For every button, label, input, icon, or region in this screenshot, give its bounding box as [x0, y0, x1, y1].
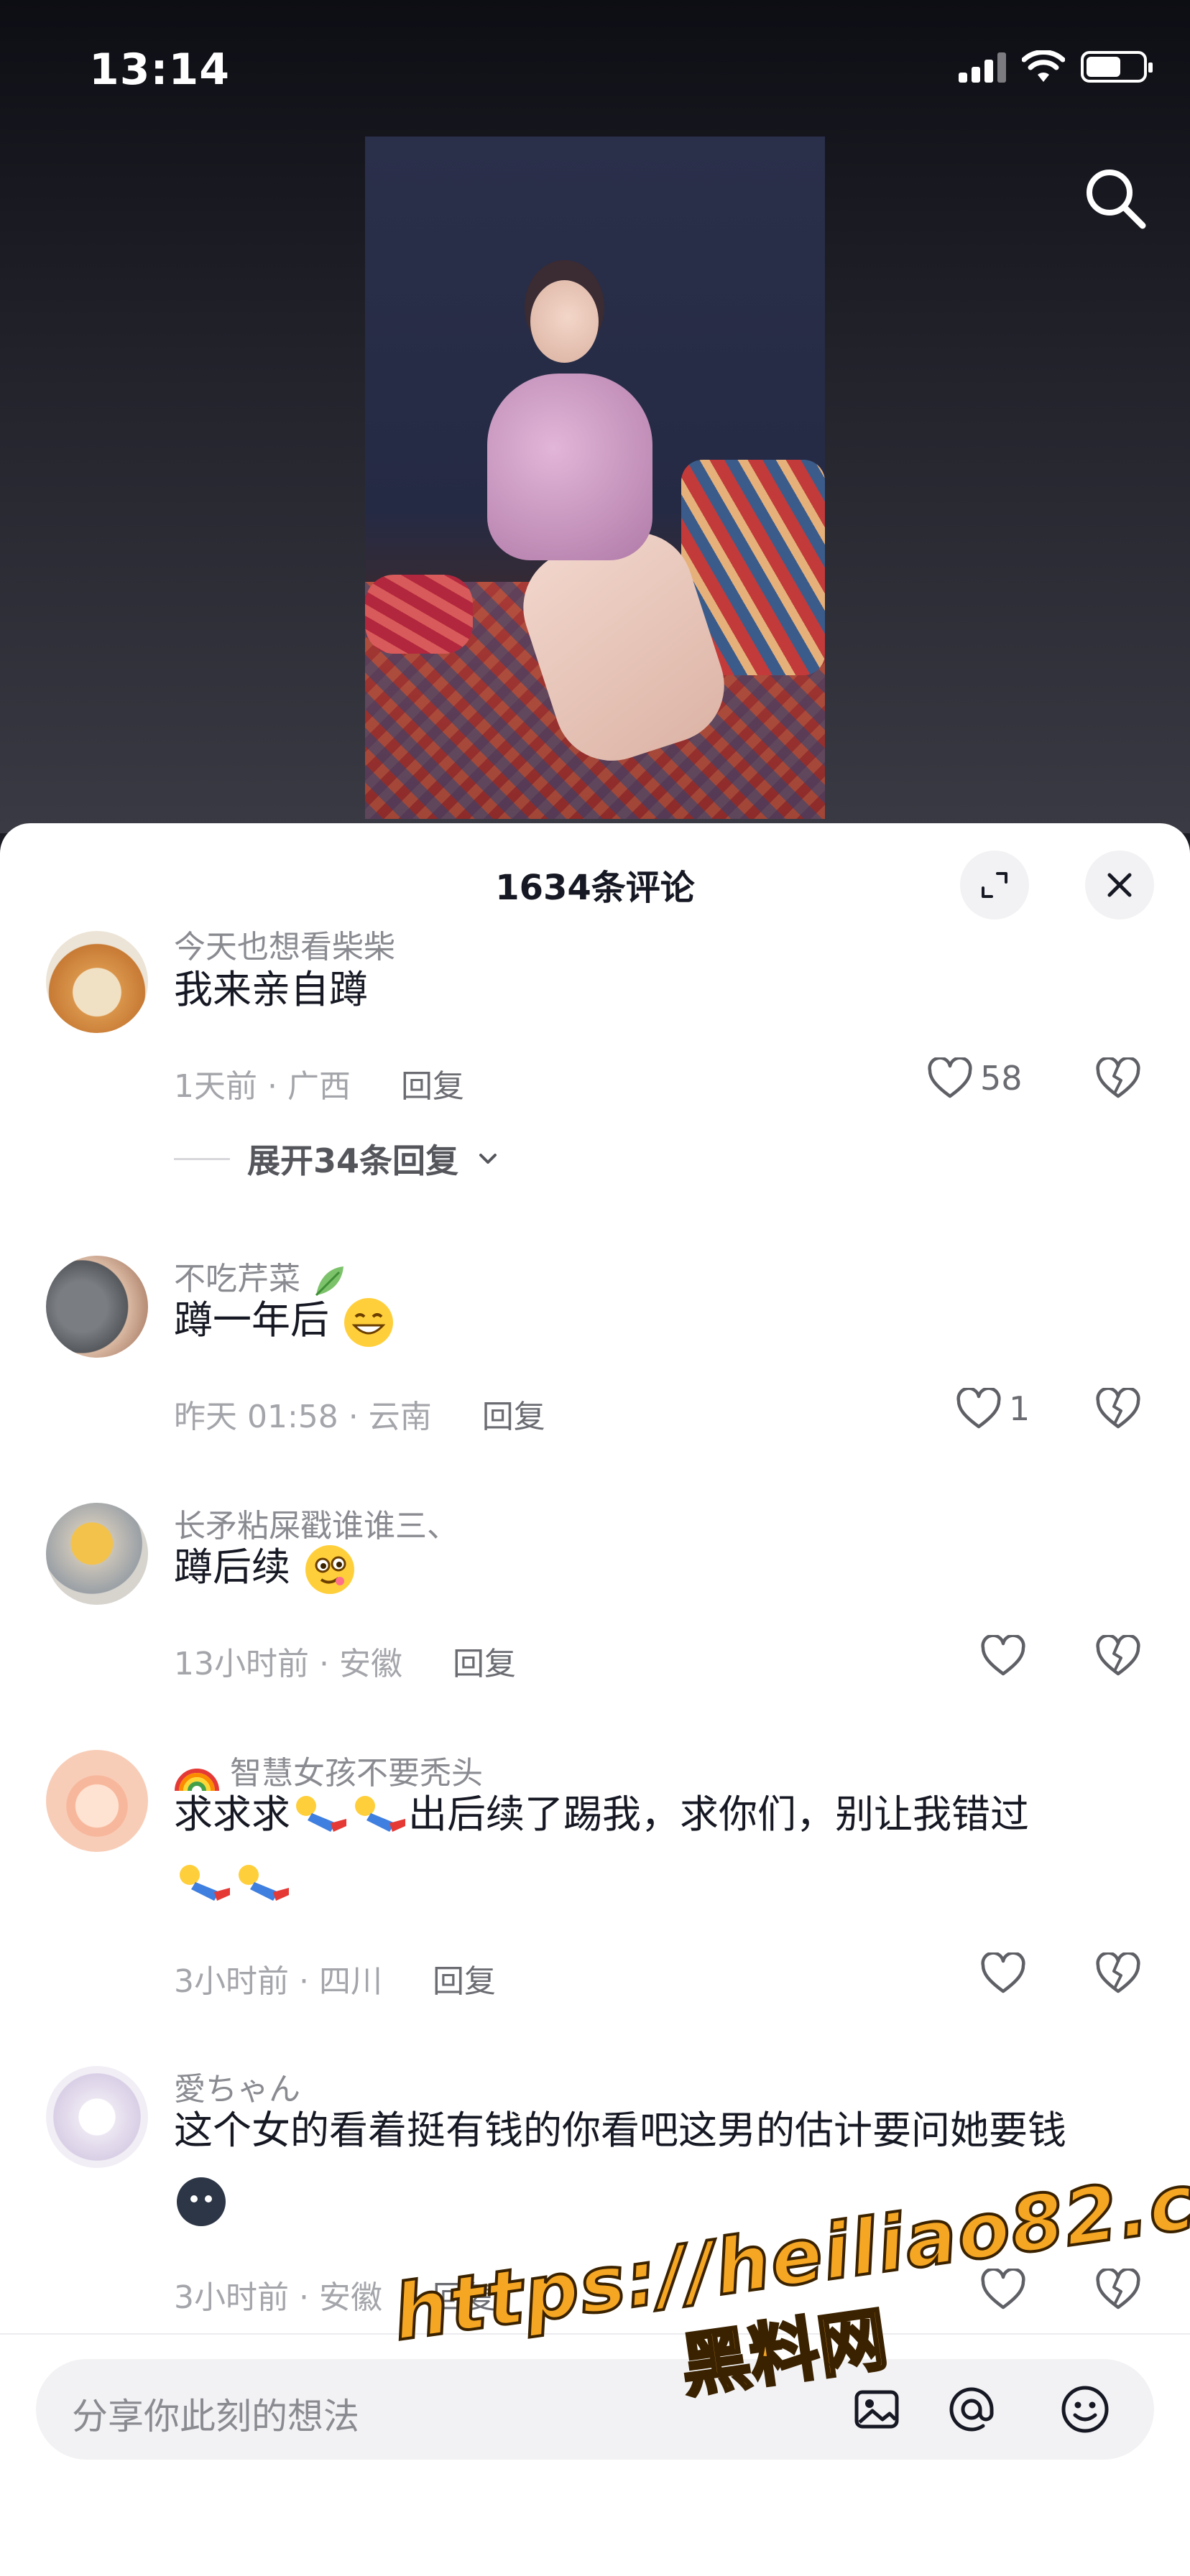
comment-input-placeholder: 分享你此刻的想法	[72, 2396, 359, 2437]
dislike-icon[interactable]	[1095, 1057, 1141, 1099]
status-icons	[959, 50, 1153, 83]
comment-meta: 3小时前 · 四川 回复	[174, 1955, 496, 2001]
reply-button[interactable]: 回复	[453, 1646, 516, 1682]
expand-replies-label: 展开34条回复	[247, 1141, 459, 1180]
signal-icon	[959, 51, 1006, 83]
avatar[interactable]	[46, 2066, 148, 2168]
avatar[interactable]	[46, 1750, 148, 1852]
search-icon[interactable]	[1082, 165, 1148, 231]
kick-emoji-icon	[180, 1865, 230, 1901]
emoji-icon[interactable]	[1056, 2381, 1114, 2438]
heart-icon	[928, 1057, 972, 1098]
comment-item: 智慧女孩不要秃头 求求求 出后续了踢我，求你们，别让我错过 3小时前 · 四川 回复	[0, 1750, 1190, 2066]
status-time: 13:14	[89, 45, 230, 95]
close-icon	[1107, 873, 1132, 897]
comment-text-content: 求求求	[174, 1792, 290, 1837]
drooling-emoji-icon	[305, 1545, 355, 1595]
chevron-down-icon	[479, 1154, 497, 1164]
comment-text: 我来亲自蹲	[174, 967, 368, 1012]
dislike-icon[interactable]	[1095, 1388, 1141, 1430]
comment-meta: 1天前 · 广西 回复	[174, 1060, 464, 1106]
comment-meta: 昨天 01:58 · 云南 回复	[174, 1391, 545, 1437]
dislike-icon[interactable]	[1095, 1635, 1141, 1677]
heart-icon	[956, 1388, 1001, 1429]
comment-time-location: 3小时前 · 安徽	[174, 2279, 382, 2316]
like-button[interactable]	[980, 1635, 1033, 1677]
avatar[interactable]	[46, 1503, 148, 1605]
expand-replies-button[interactable]: 展开34条回复	[174, 1135, 500, 1182]
like-count: 1	[1009, 1389, 1030, 1428]
person-head	[530, 280, 599, 363]
expand-button[interactable]	[960, 851, 1029, 919]
comment-item: 不吃芹菜 蹲一年后 昨天 01:58 · 云南 回复 1	[0, 1256, 1190, 1493]
comment-text: 蹲一年后	[174, 1286, 1158, 1355]
grin-emoji-icon	[344, 1298, 394, 1348]
video-thumbnail[interactable]	[365, 136, 825, 819]
reply-button[interactable]: 回复	[433, 1963, 496, 2000]
comment-item: 长矛粘屎戳谁谁三、 蹲后续 13小时前 · 安徽 回复	[0, 1503, 1190, 1740]
video-area[interactable]: 13:14	[0, 0, 1190, 833]
kick-emoji-icon	[296, 1796, 346, 1833]
comment-text-content: 蹲一年后	[174, 1297, 329, 1343]
comment-item: 今天也想看柴柴 我来亲自蹲 1天前 · 广西 回复 58 展开34条回复	[0, 929, 1190, 1305]
battery-icon	[1081, 51, 1153, 83]
comment-time-location: 13小时前 · 安徽	[174, 1646, 402, 1682]
comment-text: 求求求 出后续了踢我，求你们，别让我错过	[174, 1780, 1158, 1918]
kick-emoji-icon	[355, 1796, 405, 1833]
comment-text: 蹲后续	[174, 1533, 1158, 1602]
avatar[interactable]	[46, 931, 148, 1033]
person-dress	[487, 374, 652, 560]
comment-text-content: 蹲后续	[174, 1544, 290, 1590]
like-button[interactable]	[980, 1952, 1033, 1994]
comment-time-location: 1天前 · 广西	[174, 1068, 351, 1105]
comment-meta: 13小时前 · 安徽 回复	[174, 1638, 516, 1684]
comment-time-location: 3小时前 · 四川	[174, 1963, 382, 2000]
reply-button[interactable]: 回复	[401, 1068, 464, 1105]
dislike-icon[interactable]	[1095, 1952, 1141, 1994]
like-button[interactable]: 58	[927, 1057, 1023, 1099]
comment-time-location: 昨天 01:58 · 云南	[174, 1399, 432, 1435]
like-button[interactable]: 1	[956, 1388, 1030, 1430]
close-button[interactable]	[1085, 851, 1154, 919]
dark-face-emoji-icon	[177, 2177, 226, 2227]
divider-line	[174, 1157, 230, 1160]
kick-emoji-icon	[239, 1865, 289, 1901]
heart-icon	[981, 1635, 1025, 1676]
reply-button[interactable]: 回复	[482, 1399, 545, 1435]
heart-icon	[981, 1952, 1025, 1993]
expand-icon	[982, 872, 1007, 898]
like-count: 58	[980, 1059, 1023, 1098]
comment-text-content: 这个女的看着挺有钱的你看吧这男的估计要问她要钱	[174, 2108, 1066, 2153]
comment-text-content: 出后续了踢我，求你们，别让我错过	[408, 1792, 1029, 1837]
avatar[interactable]	[46, 1256, 148, 1358]
pillow-left	[365, 575, 473, 654]
wifi-icon	[1022, 50, 1065, 82]
at-mention-icon[interactable]	[943, 2381, 1000, 2438]
